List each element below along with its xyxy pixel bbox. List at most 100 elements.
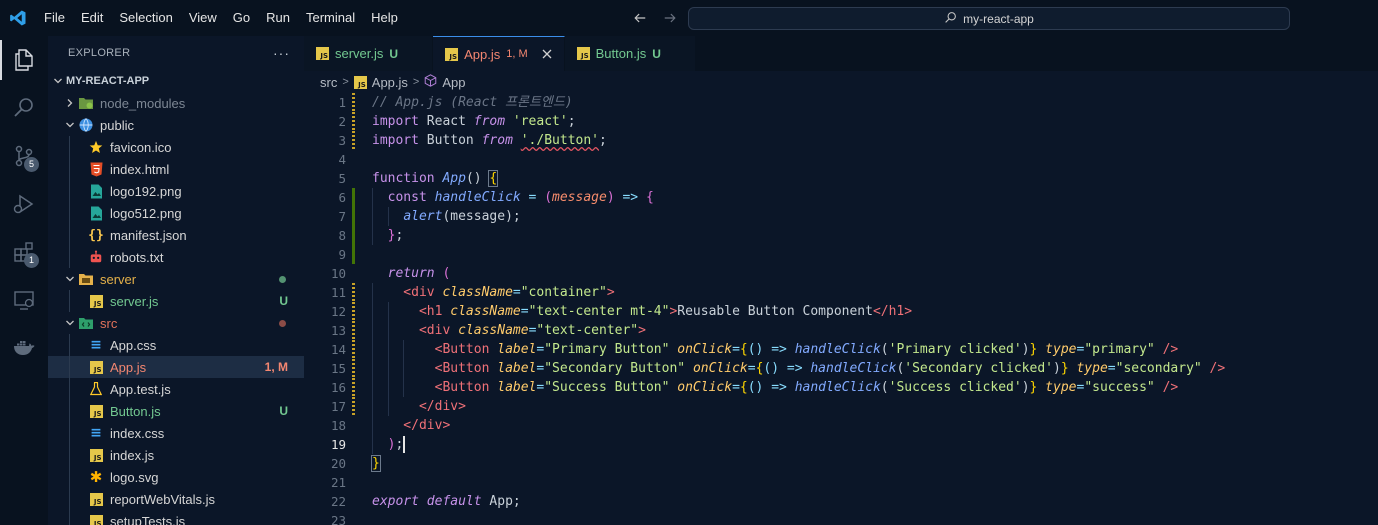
tree-item-app-css[interactable]: ≡ App.css <box>48 334 304 356</box>
code-line[interactable]: 18 </div> <box>304 416 1378 435</box>
code-editor[interactable]: 1 // App.js (React 프론트엔드) 2 import React fr… <box>304 93 1378 525</box>
search-icon[interactable] <box>0 84 48 132</box>
code-token: "container" <box>520 285 607 300</box>
code-token: > <box>638 323 646 338</box>
code-token: "success" <box>1084 380 1155 395</box>
code-line[interactable]: 5 function App() { <box>304 169 1378 188</box>
js-file-icon: JS <box>445 47 459 61</box>
back-arrow-icon[interactable] <box>630 8 650 28</box>
tree-item-logo-svg[interactable]: ✱ logo.svg <box>48 466 304 488</box>
tab-app-js[interactable]: JS App.js 1, M <box>433 36 565 71</box>
menu-go[interactable]: Go <box>225 0 258 36</box>
code-line[interactable]: 6 const handleClick = (message) => { <box>304 188 1378 207</box>
menu-file[interactable]: File <box>36 0 73 36</box>
code-token: Button <box>442 380 490 395</box>
star-icon <box>88 139 104 155</box>
code-line[interactable]: 21 <box>304 473 1378 492</box>
code-text: // App.js (React 프론트엔드) <box>372 93 573 112</box>
run-debug-icon[interactable] <box>0 180 48 228</box>
css-file-icon: ≡ <box>90 425 102 441</box>
source-control-icon[interactable]: 5 <box>0 132 48 180</box>
forward-arrow-icon[interactable] <box>660 8 680 28</box>
tree-item-index-js[interactable]: JS index.js <box>48 444 304 466</box>
tree-item-favicon[interactable]: favicon.ico <box>48 136 304 158</box>
code-line[interactable]: 8 }; <box>304 226 1378 245</box>
tree-item-label: server <box>100 271 137 287</box>
code-line[interactable]: 17 </div> <box>304 397 1378 416</box>
tree-item-robots[interactable]: robots.txt <box>48 246 304 268</box>
git-change-marker <box>352 302 355 321</box>
code-text: </div> <box>372 416 450 435</box>
docker-icon[interactable] <box>0 324 48 372</box>
remote-explorer-icon[interactable] <box>0 276 48 324</box>
code-line[interactable]: 15 <Button label = "Secondary Button" onCl… <box>304 359 1378 378</box>
menu-help[interactable]: Help <box>363 0 406 36</box>
tree-item-label: reportWebVitals.js <box>110 491 216 507</box>
code-line[interactable]: 10 return ( <box>304 264 1378 283</box>
code-token: ; <box>395 437 404 452</box>
tab-button-js[interactable]: JS Button.js U <box>564 36 696 71</box>
menu-view[interactable]: View <box>181 0 225 36</box>
code-line[interactable]: 2 import React from 'react'; <box>304 112 1378 131</box>
code-line[interactable]: 12 <h1 className="text-center mt-4">Reus… <box>304 302 1378 321</box>
tab-label: Button.js <box>595 46 647 61</box>
code-token: // App.js (React 프론트엔드) <box>372 95 573 110</box>
chevron-down-icon <box>62 117 78 133</box>
tree-item-setup-tests[interactable]: JS setupTests.js <box>48 510 304 525</box>
tree-item-logo192[interactable]: logo192.png <box>48 180 304 202</box>
tab-server-js[interactable]: JS server.js U <box>304 36 434 71</box>
code-token: label <box>497 380 537 395</box>
explorer-icon[interactable] <box>0 36 48 84</box>
tree-item-label: index.js <box>110 447 155 463</box>
code-token: ) <box>1021 342 1030 357</box>
menu-selection[interactable]: Selection <box>111 0 180 36</box>
tree-item-index-css[interactable]: ≡ index.css <box>48 422 304 444</box>
extensions-icon[interactable]: 1 <box>0 228 48 276</box>
project-root[interactable]: MY-REACT-APP <box>48 70 304 92</box>
tree-item-server[interactable]: server <box>48 268 304 290</box>
code-token: () <box>465 171 490 186</box>
close-icon[interactable] <box>542 47 552 62</box>
breadcrumb-file[interactable]: App.js <box>372 75 408 90</box>
menu-edit[interactable]: Edit <box>73 0 111 36</box>
code-token: </ <box>872 304 889 319</box>
code-line[interactable]: 11 <div className="container"> <box>304 283 1378 302</box>
code-line[interactable]: 4 <box>304 150 1378 169</box>
code-token: 'Primary clicked' <box>888 342 1022 357</box>
code-line[interactable]: 19 ); <box>304 435 1378 454</box>
tree-item-server-js[interactable]: JS server.js U <box>48 290 304 312</box>
indent-guide <box>69 510 70 525</box>
code-line[interactable]: 23 <box>304 511 1378 525</box>
breadcrumb-src[interactable]: src <box>320 75 337 90</box>
tree-item-logo512[interactable]: logo512.png <box>48 202 304 224</box>
code-line[interactable]: 1 // App.js (React 프론트엔드) <box>304 93 1378 112</box>
more-actions-icon[interactable]: ··· <box>273 45 290 61</box>
menu-terminal[interactable]: Terminal <box>298 0 363 36</box>
breadcrumb-symbol[interactable]: App <box>442 75 465 90</box>
tree-item-app-js[interactable]: JS App.js 1, M <box>48 356 304 378</box>
tree-item-node-modules[interactable]: node_modules <box>48 92 304 114</box>
tree-item-index-html[interactable]: index.html <box>48 158 304 180</box>
tree-item-public[interactable]: public <box>48 114 304 136</box>
code-line[interactable]: 3 import Button from './Button'; <box>304 131 1378 150</box>
tree-item-manifest[interactable]: {} manifest.json <box>48 224 304 246</box>
code-line[interactable]: 20} <box>304 454 1378 473</box>
code-line[interactable]: 16 <Button label = "Success Button" onClic… <box>304 378 1378 397</box>
tree-item-button-js[interactable]: JS Button.js U <box>48 400 304 422</box>
code-line[interactable]: 9 <box>304 245 1378 264</box>
code-line[interactable]: 7 alert(message); <box>304 207 1378 226</box>
code-token: import <box>372 114 419 129</box>
code-line[interactable]: 13 <div className="text-center"> <box>304 321 1378 340</box>
command-center-search[interactable]: my-react-app <box>688 7 1290 30</box>
code-token: = <box>520 304 529 319</box>
tree-item-src[interactable]: src <box>48 312 304 334</box>
menu-run[interactable]: Run <box>258 0 298 36</box>
tree-item-report-web-vitals[interactable]: JS reportWebVitals.js <box>48 488 304 510</box>
explorer-header: EXPLORER ··· <box>48 36 304 70</box>
code-line[interactable]: 14 <Button label = "Primary Button" onClic… <box>304 340 1378 359</box>
code-line[interactable]: 22 export default App; <box>304 492 1378 511</box>
tree-item-app-test[interactable]: App.test.js <box>48 378 304 400</box>
line-number: 21 <box>330 475 346 490</box>
tree-item-label: App.test.js <box>110 381 171 397</box>
